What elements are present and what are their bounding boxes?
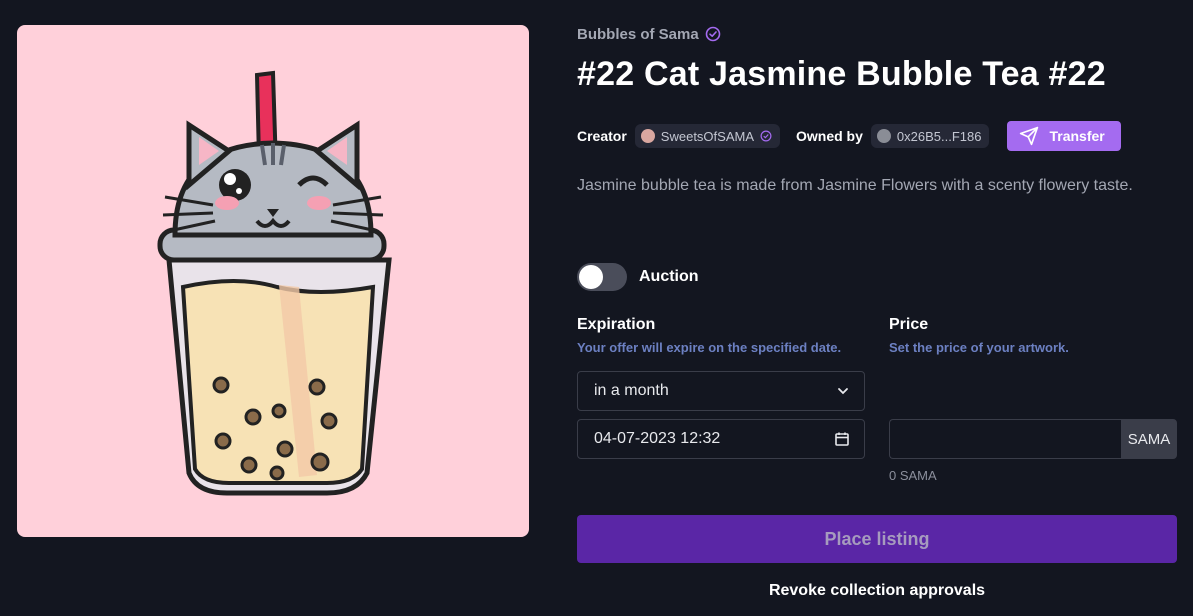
expiration-heading: Expiration	[577, 316, 656, 333]
price-input[interactable]	[889, 419, 1121, 459]
price-currency-addon: SAMA	[1121, 419, 1177, 459]
auction-toggle[interactable]	[577, 263, 627, 291]
nft-artwork	[17, 25, 529, 537]
verified-badge-icon	[705, 26, 721, 42]
price-help: Set the price of your artwork.	[889, 340, 1069, 355]
price-heading: Price	[889, 316, 929, 333]
ownership-row: Creator SweetsOfSAMA Owned by 0x26B5...F…	[577, 121, 1121, 151]
verified-badge-icon	[760, 130, 772, 142]
revoke-approvals-link[interactable]: Revoke collection approvals	[577, 582, 1177, 600]
price-input-group: SAMA	[889, 419, 1177, 459]
owner-avatar	[876, 129, 891, 143]
expiration-help: Your offer will expire on the specified …	[577, 340, 842, 355]
owner-chip[interactable]: 0x26B5...F186	[870, 124, 990, 148]
creator-avatar	[640, 129, 655, 143]
toggle-knob	[579, 265, 603, 289]
expiration-selected-option: in a month	[594, 382, 669, 399]
owner-address: 0x26B5...F186	[896, 128, 982, 144]
place-listing-button[interactable]: Place listing	[577, 515, 1177, 563]
send-icon	[1020, 126, 1039, 146]
expiration-select[interactable]: in a month	[577, 371, 865, 411]
auction-label: Auction	[639, 268, 699, 285]
price-converted-value: 0 SAMA	[889, 468, 937, 483]
expiration-date-input[interactable]: 04-07-2023 12:32	[577, 419, 865, 459]
listing-panel: Bubbles of Sama #22 Cat Jasmine Bubble T…	[577, 24, 1177, 599]
creator-label: Creator	[577, 128, 627, 144]
collection-link[interactable]: Bubbles of Sama	[577, 24, 1177, 44]
calendar-icon[interactable]	[834, 431, 850, 447]
owner-label: Owned by	[796, 128, 863, 144]
auction-row: Auction	[577, 263, 699, 291]
creator-chip[interactable]: SweetsOfSAMA	[634, 124, 780, 148]
expiration-date-value: 04-07-2023 12:32	[594, 430, 721, 447]
creator-name: SweetsOfSAMA	[660, 128, 754, 144]
nft-description: Jasmine bubble tea is made from Jasmine …	[577, 177, 1133, 194]
transfer-button[interactable]: Transfer	[1007, 121, 1121, 151]
cat-bubble-tea-image	[157, 70, 392, 496]
collection-name[interactable]: Bubbles of Sama	[577, 26, 699, 43]
nft-title: #22 Cat Jasmine Bubble Tea #22	[577, 55, 1106, 93]
chevron-down-icon	[838, 388, 848, 395]
transfer-label: Transfer	[1049, 128, 1105, 144]
